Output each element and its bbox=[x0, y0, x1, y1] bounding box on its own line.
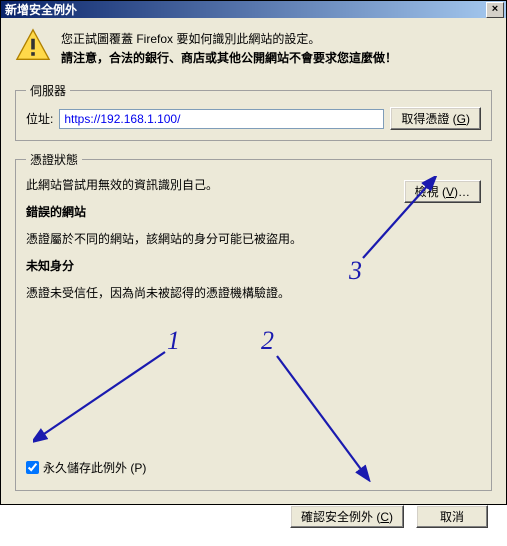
status-fieldset: 憑證狀態 此網站嘗試用無效的資訊識別自己。 檢視 (V)… 錯誤的網站 憑證屬於… bbox=[15, 151, 492, 491]
view-certificate-button[interactable]: 檢視 (V)… bbox=[404, 180, 481, 203]
url-input[interactable] bbox=[59, 109, 384, 129]
dialog-buttons: 確認安全例外 (C) 取消 bbox=[15, 501, 492, 536]
status-body: 此網站嘗試用無效的資訊識別自己。 檢視 (V)… 錯誤的網站 憑證屬於不同的網站… bbox=[26, 176, 481, 476]
server-row: 位址: 取得憑證 (G) bbox=[26, 107, 481, 130]
wrong-site-text: 憑證屬於不同的網站，該網站的身分可能已被盜用。 bbox=[26, 230, 481, 247]
warning-text: 您正試圖覆蓋 Firefox 要如何識別此網站的設定。 請注意，合法的銀行、商店… bbox=[61, 28, 397, 68]
server-fieldset: 伺服器 位址: 取得憑證 (G) bbox=[15, 82, 492, 141]
warning-line1: 您正試圖覆蓋 Firefox 要如何識別此網站的設定。 bbox=[61, 30, 397, 49]
window-title: 新增安全例外 bbox=[5, 1, 486, 18]
warning-line2: 請注意，合法的銀行、商店或其他公開網站不會要求您這麼做！ bbox=[61, 49, 397, 68]
dialog-window: 新增安全例外 × 您正試圖覆蓋 Firefox 要如何識別此網站的設定。 請注意… bbox=[0, 0, 507, 505]
warning-icon bbox=[15, 28, 51, 62]
server-legend: 伺服器 bbox=[26, 82, 70, 99]
close-button[interactable]: × bbox=[486, 2, 504, 18]
permanent-exception-row[interactable]: 永久儲存此例外 (P) bbox=[26, 459, 146, 476]
dialog-content: 您正試圖覆蓋 Firefox 要如何識別此網站的設定。 請注意，合法的銀行、商店… bbox=[1, 18, 506, 546]
confirm-exception-button[interactable]: 確認安全例外 (C) bbox=[290, 505, 404, 528]
get-certificate-button[interactable]: 取得憑證 (G) bbox=[390, 107, 481, 130]
cancel-button[interactable]: 取消 bbox=[416, 505, 488, 528]
unknown-identity-title: 未知身分 bbox=[26, 257, 481, 274]
permanent-exception-checkbox[interactable] bbox=[26, 461, 39, 474]
permanent-exception-label: 永久儲存此例外 (P) bbox=[43, 459, 146, 476]
unknown-identity-text: 憑證未受信任，因為尚未被認得的憑證機構驗證。 bbox=[26, 284, 481, 301]
warning-row: 您正試圖覆蓋 Firefox 要如何識別此網站的設定。 請注意，合法的銀行、商店… bbox=[15, 28, 492, 68]
wrong-site-title: 錯誤的網站 bbox=[26, 203, 481, 220]
location-label: 位址: bbox=[26, 110, 53, 127]
status-legend: 憑證狀態 bbox=[26, 151, 82, 168]
titlebar: 新增安全例外 × bbox=[1, 1, 506, 18]
